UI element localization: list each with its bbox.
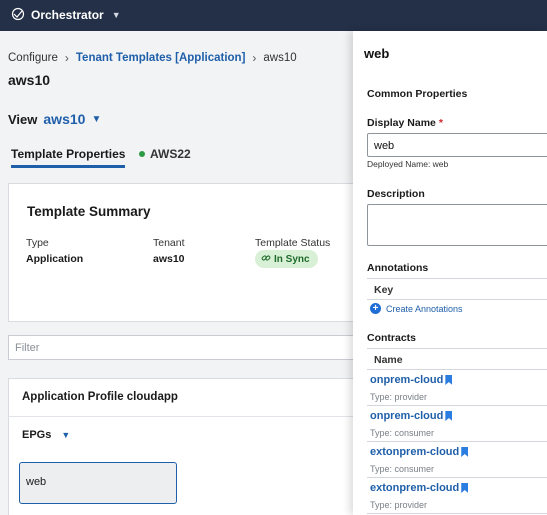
deployed-name: Deployed Name: web — [367, 159, 449, 169]
status-value: In Sync — [274, 253, 310, 265]
application-profile-card: Application Profile cloudapp EPGs ▼ web — [8, 378, 354, 515]
description-input[interactable] — [367, 204, 547, 246]
tenant-value: aws10 — [153, 253, 185, 265]
app-profile-title: Application Profile cloudapp — [22, 391, 178, 403]
bookmark-icon — [461, 447, 469, 457]
contract-row[interactable]: extonprem-cloud Type: consumer — [367, 442, 547, 478]
tech-logo-icon — [11, 7, 25, 24]
page-title: aws10 — [8, 72, 51, 88]
status-dot-icon — [139, 150, 145, 157]
breadcrumb: Configure › Tenant Templates [Applicatio… — [8, 51, 297, 65]
type-value: Application — [26, 253, 84, 265]
contract-name[interactable]: extonprem-cloud — [370, 446, 469, 458]
contract-type: Type: consumer — [370, 464, 435, 474]
bookmark-icon — [445, 375, 453, 385]
app-name: Orchestrator — [31, 8, 104, 22]
type-label: Type — [26, 237, 49, 249]
display-name-label-text: Display Name — [367, 117, 436, 129]
top-bar: Orchestrator ▼ — [0, 0, 547, 31]
contract-row[interactable]: extonprem-cloud Type: provider — [367, 478, 547, 514]
contract-name-text[interactable]: onprem-cloud — [370, 374, 443, 386]
filter-input[interactable]: Filter — [8, 335, 353, 360]
template-summary-card: Template Summary Type Application Tenant… — [8, 183, 353, 322]
tenant-label: Tenant — [153, 237, 185, 249]
link-icon — [261, 253, 271, 266]
required-mark: * — [438, 117, 443, 129]
plus-icon: + — [370, 303, 381, 314]
breadcrumb-configure[interactable]: Configure — [8, 52, 58, 64]
contract-name-text[interactable]: extonprem-cloud — [370, 482, 459, 494]
chevron-right-icon: › — [64, 51, 69, 65]
breadcrumb-tenant-templates[interactable]: Tenant Templates [Application] — [76, 52, 246, 64]
bookmark-icon — [445, 411, 453, 421]
display-name-input[interactable]: web — [367, 133, 547, 157]
display-name-label: Display Name * — [367, 117, 443, 129]
create-annotations-link[interactable]: + Create Annotations — [370, 303, 463, 314]
epgs-label: EPGs — [22, 429, 52, 441]
chevron-down-icon[interactable]: ▼ — [61, 430, 70, 440]
contract-name[interactable]: onprem-cloud — [370, 410, 453, 422]
properties-panel: web Common Properties Display Name * web … — [353, 31, 547, 515]
create-annotations-label: Create Annotations — [386, 303, 463, 314]
divider — [9, 416, 354, 417]
chevron-right-icon: › — [252, 51, 257, 65]
contract-row[interactable]: onprem-cloud Type: provider — [367, 370, 547, 406]
tab-aws22-label: AWS22 — [150, 147, 191, 161]
contract-name-text[interactable]: onprem-cloud — [370, 410, 443, 422]
contract-row[interactable]: onprem-cloud Type: consumer — [367, 406, 547, 442]
contract-type: Type: consumer — [370, 428, 435, 438]
contract-name-text[interactable]: extonprem-cloud — [370, 446, 459, 458]
breadcrumb-current: aws10 — [263, 52, 297, 64]
contract-name[interactable]: extonprem-cloud — [370, 482, 469, 494]
contract-type: Type: provider — [370, 500, 428, 510]
chevron-down-icon: ▼ — [111, 10, 121, 20]
view-label: View — [8, 111, 38, 127]
contract-name[interactable]: onprem-cloud — [370, 374, 453, 386]
annotations-label: Annotations — [367, 262, 429, 274]
app-switcher[interactable]: Orchestrator ▼ — [11, 7, 121, 23]
description-label: Description — [367, 188, 425, 200]
annotations-key-header: Key — [367, 278, 547, 300]
contracts-name-header: Name — [367, 348, 547, 370]
epgs-toggle[interactable]: EPGs ▼ — [22, 429, 70, 441]
summary-title: Template Summary — [27, 204, 151, 219]
view-selector[interactable]: View aws10 ▼ — [8, 111, 101, 127]
panel-title: web — [364, 46, 390, 61]
view-value[interactable]: aws10 — [43, 111, 85, 127]
status-badge: In Sync — [255, 250, 318, 268]
status-label: Template Status — [255, 237, 331, 249]
contracts-label: Contracts — [367, 332, 417, 344]
tab-template-properties[interactable]: Template Properties — [11, 147, 126, 168]
common-properties-heading: Common Properties — [367, 88, 468, 100]
tab-aws22[interactable]: AWS22 — [139, 147, 191, 161]
chevron-down-icon[interactable]: ▼ — [91, 114, 101, 125]
epg-tile-web[interactable]: web — [19, 462, 177, 504]
contract-type: Type: provider — [370, 392, 428, 402]
bookmark-icon — [461, 483, 469, 493]
